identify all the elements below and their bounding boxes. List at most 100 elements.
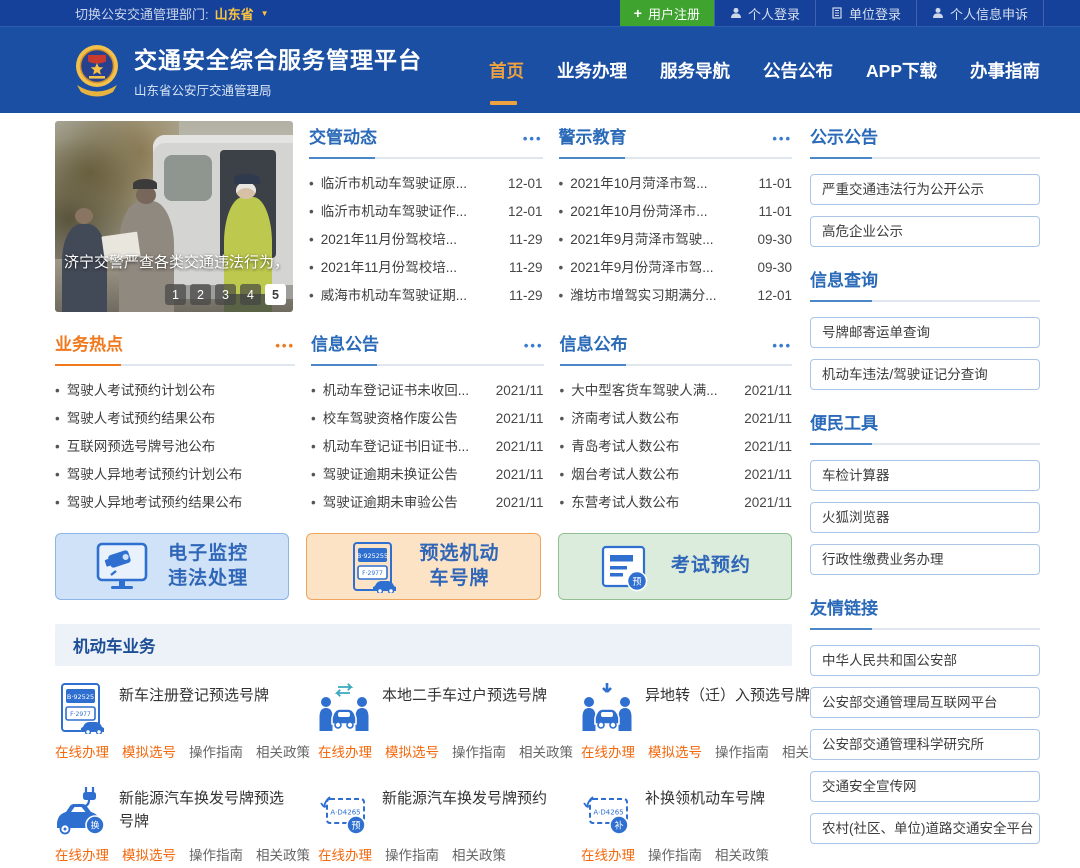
nav-app-download[interactable]: APP下载	[866, 52, 937, 89]
link-related-policy[interactable]: 相关政策	[452, 844, 506, 864]
news-item[interactable]: 2021年11月份驾校培...11-29	[309, 254, 543, 282]
news-item[interactable]: 2021年11月份驾校培...11-29	[309, 226, 543, 254]
service-title[interactable]: 新能源汽车换发号牌预约	[382, 785, 552, 837]
vehicle-services-grid: B·92525 F·2977 新车注册登记预选号牌 在线办理 模拟选号 操作指南…	[55, 678, 836, 864]
sidebar-link-button[interactable]: 严重交通违法行为公开公示	[810, 174, 1040, 205]
region-value[interactable]: 山东省	[215, 4, 254, 23]
sidebar-link-button[interactable]: 行政性缴费业务办理	[810, 544, 1040, 575]
news-item[interactable]: 机动车登记证书旧证书...2021/11	[311, 433, 544, 461]
link-simulate-pick[interactable]: 模拟选号	[122, 741, 176, 761]
link-online-handle[interactable]: 在线办理	[581, 741, 635, 761]
more-button[interactable]: •••	[523, 131, 543, 146]
link-related-policy[interactable]: 相关政策	[256, 844, 310, 864]
news-item[interactable]: 大中型客货车驾驶人满...2021/11	[560, 377, 792, 405]
news-item[interactable]: 烟台考试人数公布2021/11	[560, 461, 792, 489]
news-item[interactable]: 互联网预选号牌号池公布	[55, 433, 295, 461]
service-title[interactable]: 补换领机动车号牌	[645, 785, 815, 837]
site-subtitle: 山东省公安厅交通管理局	[134, 84, 272, 98]
link-simulate-pick[interactable]: 模拟选号	[648, 741, 702, 761]
news-item[interactable]: 驾驶人考试预约结果公布	[55, 405, 295, 433]
news-item[interactable]: 临沂市机动车驾驶证作...12-01	[309, 198, 543, 226]
sidebar-link-button[interactable]: 交通安全宣传网	[810, 771, 1040, 802]
link-related-policy[interactable]: 相关政策	[519, 741, 573, 761]
news-item[interactable]: 2021年9月份菏泽市驾...09-30	[559, 254, 792, 282]
news-item[interactable]: 驾驶人异地考试预约结果公布	[55, 489, 295, 517]
news-item[interactable]: 2021年9月菏泽市驾驶...09-30	[559, 226, 792, 254]
personal-login-link[interactable]: 个人登录	[713, 0, 815, 26]
news-item[interactable]: 机动车登记证书未收回...2021/11	[311, 377, 544, 405]
pager-dot-3[interactable]: 3	[215, 284, 236, 305]
nav-handling-guide[interactable]: 办事指南	[970, 52, 1040, 89]
banner-surveillance-violation[interactable]: 电子监控 违法处理	[55, 533, 290, 600]
link-simulate-pick[interactable]: 模拟选号	[385, 741, 439, 761]
news-item[interactable]: 威海市机动车驾驶证期...11-29	[309, 282, 543, 310]
service-title[interactable]: 新车注册登记预选号牌	[119, 682, 289, 734]
news-item[interactable]: 青岛考试人数公布2021/11	[560, 433, 792, 461]
carousel-caption[interactable]: 济宁交警严查各类交通违法行为，...	[64, 251, 287, 272]
section-header-vehicle-services: 机动车业务	[55, 624, 792, 666]
register-button[interactable]: + 用户注册	[619, 0, 714, 26]
link-operation-guide[interactable]: 操作指南	[189, 844, 243, 864]
sidebar-link-button[interactable]: 中华人民共和国公安部	[810, 645, 1040, 676]
department-switcher[interactable]: 切换公安交通管理部门: 山东省 ▼	[0, 0, 269, 26]
link-simulate-pick[interactable]: 模拟选号	[122, 844, 176, 864]
news-item[interactable]: 驾驶证逾期未换证公告2021/11	[311, 461, 544, 489]
link-operation-guide[interactable]: 操作指南	[715, 741, 769, 761]
more-button[interactable]: •••	[275, 338, 295, 353]
pager-dot-5[interactable]: 5	[265, 284, 286, 305]
svg-text:B·92525: B·92525	[67, 693, 94, 701]
pager-dot-1[interactable]: 1	[165, 284, 186, 305]
sidebar-link-button[interactable]: 农村(社区、单位)道路交通安全平台	[810, 813, 1040, 844]
nav-business[interactable]: 业务办理	[557, 52, 627, 89]
news-item[interactable]: 2021年10月份菏泽市...11-01	[559, 198, 792, 226]
news-item[interactable]: 济南考试人数公布2021/11	[560, 405, 792, 433]
chevron-down-icon[interactable]: ▼	[261, 9, 269, 18]
more-button[interactable]: •••	[524, 338, 544, 353]
news-item[interactable]: 潍坊市增驾实习期满分...12-01	[559, 282, 792, 310]
sidebar-link-button[interactable]: 公安部交通管理科学研究所	[810, 729, 1040, 760]
banner-preselect-plate[interactable]: B·925255 F·2977 预选机动 车号牌	[306, 533, 541, 600]
topbar-actions: + 用户注册 个人登录 单位登录 个人信息申诉	[619, 0, 1044, 26]
link-related-policy[interactable]: 相关政策	[715, 844, 769, 864]
nav-announcements[interactable]: 公告公布	[763, 52, 833, 89]
sidebar-link-button[interactable]: 公安部交通管理局互联网平台	[810, 687, 1040, 718]
more-button[interactable]: •••	[772, 131, 792, 146]
pager-dot-2[interactable]: 2	[190, 284, 211, 305]
people-car-swap-icon	[319, 683, 369, 731]
pager-dot-4[interactable]: 4	[240, 284, 261, 305]
news-item[interactable]: 驾驶人异地考试预约计划公布	[55, 461, 295, 489]
site-title: 交通安全综合服务管理平台	[134, 47, 422, 73]
news-item[interactable]: 驾驶人考试预约计划公布	[55, 377, 295, 405]
nav-service-guide[interactable]: 服务导航	[660, 52, 730, 89]
link-operation-guide[interactable]: 操作指南	[385, 844, 439, 864]
link-online-handle[interactable]: 在线办理	[318, 844, 372, 864]
link-operation-guide[interactable]: 操作指南	[648, 844, 702, 864]
link-online-handle[interactable]: 在线办理	[55, 844, 109, 864]
news-item[interactable]: 驾驶证逾期未审验公告2021/11	[311, 489, 544, 517]
sidebar-link-button[interactable]: 车检计算器	[810, 460, 1040, 491]
news-item[interactable]: 校车驾驶资格作废公告2021/11	[311, 405, 544, 433]
sidebar-link-button[interactable]: 号牌邮寄运单查询	[810, 317, 1040, 348]
news-item[interactable]: 东营考试人数公布2021/11	[560, 489, 792, 517]
nav-home[interactable]: 首页	[489, 52, 524, 105]
sidebar-link-button[interactable]: 火狐浏览器	[810, 502, 1040, 533]
link-online-handle[interactable]: 在线办理	[55, 741, 109, 761]
sidebar-link-button[interactable]: 机动车违法/驾驶证记分查询	[810, 359, 1040, 390]
section-title: 信息公告	[311, 335, 379, 354]
link-online-handle[interactable]: 在线办理	[581, 844, 635, 864]
unit-login-link[interactable]: 单位登录	[814, 0, 916, 26]
service-title[interactable]: 本地二手车过户预选号牌	[382, 682, 552, 734]
service-title[interactable]: 新能源汽车换发号牌预选号牌	[119, 785, 289, 837]
news-item[interactable]: 2021年10月菏泽市驾...11-01	[559, 170, 792, 198]
link-operation-guide[interactable]: 操作指南	[452, 741, 506, 761]
service-title[interactable]: 异地转（迁）入预选号牌	[645, 682, 815, 734]
banner-exam-appointment[interactable]: 预 考试预约	[557, 533, 792, 600]
link-operation-guide[interactable]: 操作指南	[189, 741, 243, 761]
link-online-handle[interactable]: 在线办理	[318, 741, 372, 761]
news-carousel[interactable]: 济宁交警严查各类交通违法行为，... 1 2 3 4 5	[55, 121, 293, 312]
link-related-policy[interactable]: 相关政策	[256, 741, 310, 761]
news-item[interactable]: 临沂市机动车驾驶证原...12-01	[309, 170, 543, 198]
sidebar-link-button[interactable]: 高危企业公示	[810, 216, 1040, 247]
more-button[interactable]: •••	[772, 338, 792, 353]
appeal-link[interactable]: 个人信息申诉	[915, 0, 1044, 26]
